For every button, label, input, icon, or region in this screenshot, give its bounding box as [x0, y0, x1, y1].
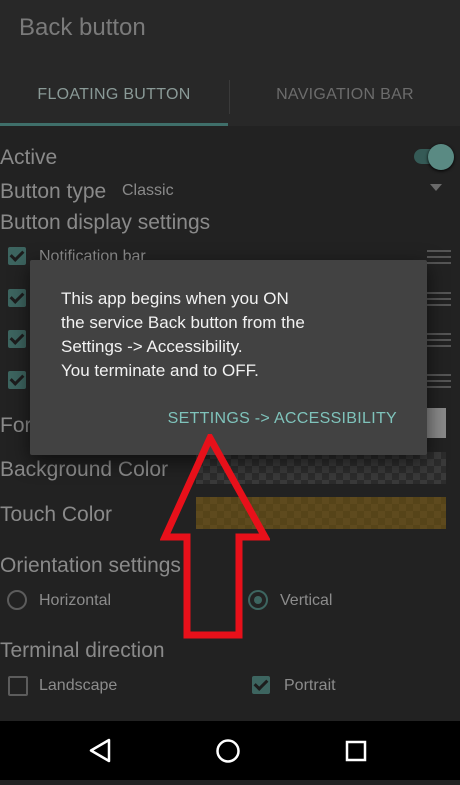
drag-handle-icon[interactable]: [427, 250, 451, 264]
terminal-direction-label: Terminal direction: [0, 639, 165, 662]
form-label: For: [0, 414, 32, 437]
accessibility-dialog: This app begins when you ON the service …: [30, 260, 427, 455]
background-color-label: Background Color: [0, 458, 169, 481]
home-icon[interactable]: [198, 721, 258, 780]
display-settings-label: Button display settings: [0, 211, 211, 234]
portrait-label: Portrait: [284, 677, 336, 694]
dropdown-arrow-icon[interactable]: [430, 184, 442, 191]
vertical-label: Vertical: [280, 592, 333, 609]
checkbox-item-2[interactable]: [8, 289, 26, 307]
dialog-message-line: Settings -> Accessibility.: [61, 337, 243, 356]
checkbox-item-4[interactable]: [8, 371, 26, 389]
tab-floating-button[interactable]: FLOATING BUTTON: [0, 86, 228, 104]
checkbox-landscape[interactable]: [8, 676, 28, 696]
active-switch-thumb[interactable]: [428, 144, 454, 170]
checkbox-notification-bar[interactable]: [8, 247, 26, 265]
orientation-settings-label: Orientation settings: [0, 554, 181, 577]
drag-handle-icon[interactable]: [427, 292, 451, 306]
button-type-value[interactable]: Classic: [122, 182, 174, 200]
dialog-message-line: You terminate and to OFF.: [61, 361, 259, 380]
touch-color-label: Touch Color: [0, 503, 113, 526]
checkbox-item-3[interactable]: [8, 330, 26, 348]
dialog-message: This app begins when you ON the service …: [61, 287, 411, 383]
system-navigation-bar: [0, 721, 460, 780]
annotation-arrow-icon: [160, 434, 270, 639]
horizontal-label: Horizontal: [39, 592, 112, 609]
drag-handle-icon[interactable]: [427, 333, 451, 347]
radio-horizontal[interactable]: [7, 590, 27, 610]
drag-handle-icon[interactable]: [427, 374, 451, 388]
next-section-label-clipped: [0, 712, 120, 721]
checkbox-portrait[interactable]: [252, 676, 270, 694]
dialog-message-line: This app begins when you ON: [61, 289, 289, 308]
landscape-label: Landscape: [39, 677, 118, 694]
settings-accessibility-button[interactable]: SETTINGS -> ACCESSIBILITY: [168, 410, 397, 428]
app-title: Back button: [19, 14, 146, 41]
form-color-swatch[interactable]: [426, 408, 446, 438]
back-icon[interactable]: [69, 721, 129, 780]
dialog-message-line: the service Back button from the: [61, 313, 305, 332]
button-type-label: Button type: [0, 180, 107, 203]
recents-icon[interactable]: [326, 721, 386, 780]
tab-indicator: [0, 123, 228, 126]
tab-navigation-bar[interactable]: NAVIGATION BAR: [230, 86, 460, 104]
active-label: Active: [0, 146, 58, 169]
